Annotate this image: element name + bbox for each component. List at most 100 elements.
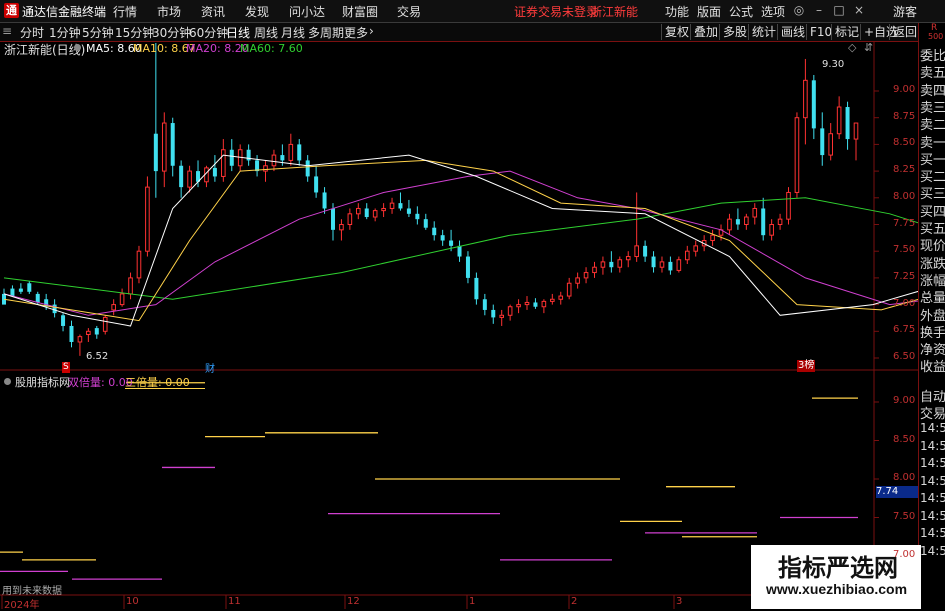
candle-body [592,266,597,274]
overlay-button[interactable]: 叠加 [690,24,721,40]
login-notice[interactable]: 证券交易未登录 [514,3,598,20]
candle-body [170,123,175,166]
candle-body [86,330,91,336]
candle-body [761,208,766,236]
draw-line-button[interactable]: 画线 [777,24,808,40]
period-5min[interactable]: 5分钟 [82,24,114,41]
period-1min[interactable]: 1分钟 [49,24,81,41]
menu-item-market[interactable]: 市场 [157,3,181,20]
period-monthly[interactable]: 月线 [281,24,305,41]
candle-body [541,300,547,308]
order-book-row: 委比 [920,49,945,64]
candle-body [684,250,690,261]
minimize-icon[interactable]: – [811,2,827,18]
menu-item-trade[interactable]: 交易 [397,3,421,20]
candle-body [161,122,167,172]
candle-body [828,133,833,156]
menu-item-ask[interactable]: 问小达 [289,3,325,20]
candle-body [786,191,791,220]
statistics-button[interactable]: 统计 [748,24,779,40]
menu-item-news[interactable]: 资讯 [201,3,225,20]
menu-item-options[interactable]: 选项 [761,3,785,20]
candle-body [811,80,816,129]
candle-body [18,288,23,292]
candle-body [305,160,310,177]
candle-body [77,336,83,343]
close-icon[interactable]: × [851,2,867,18]
kline-chart[interactable] [0,41,918,609]
candle-body [187,170,192,188]
signal-s-marker[interactable]: S [62,362,70,373]
candle-body [372,210,378,218]
candle-body [558,295,564,300]
trade-time: 14:56 [920,526,945,540]
mark-button[interactable]: 标记 [831,24,862,40]
user-label[interactable]: 游客 [893,3,917,20]
x-axis-label: 12 [347,596,360,607]
candle-body [339,224,344,231]
menu-item-quotes[interactable]: 行情 [113,3,137,20]
menu-item-formula[interactable]: 公式 [729,3,753,20]
period-more[interactable]: 更多 [344,24,368,41]
watermark-url: www.xuezhibiao.com [766,581,908,597]
x-axis-label: 1 [469,596,476,607]
watermark-title: 指标严选网 [778,554,898,582]
back-button[interactable]: 返回 [889,24,920,40]
adjust-button[interactable]: 复权 [661,24,692,40]
candle-body [744,216,749,226]
candle-body [600,261,606,268]
legend-toggle-icon[interactable] [74,44,81,51]
candle-body [449,240,454,246]
main-y-tick: 7.75 [893,217,916,229]
rank-marker[interactable]: 3榜 [797,360,816,372]
menu-item-function[interactable]: 功能 [665,3,689,20]
trade-time: 14:56 [920,543,945,558]
candle-body [153,133,158,172]
toolbar-menu-icon[interactable]: ≡ [2,24,12,38]
period-daily[interactable]: 日线 [226,24,250,41]
finance-marker[interactable]: 财 [205,360,215,375]
order-book-row: 收益 [920,360,945,376]
candle-body [10,288,15,297]
arrow-icon[interactable]: ⇵ [864,41,873,54]
candle-body [499,314,505,318]
period-30min[interactable]: 30分钟 [152,24,191,41]
candle-body [179,165,184,188]
trade-time: 14:56 [920,421,945,435]
candle-body [507,306,513,316]
menu-item-discover[interactable]: 发现 [245,3,269,20]
candle-body [752,207,758,218]
candle-body [693,245,699,252]
menu-item-layout[interactable]: 版面 [697,3,721,20]
candle-body [440,235,445,241]
candle-body [288,143,294,161]
candle-body [651,256,656,268]
period-60min[interactable]: 60分钟 [189,24,228,41]
chevron-right-icon[interactable]: › [369,24,374,38]
candle-body [94,328,99,335]
multi-stock-button[interactable]: 多股 [719,24,750,40]
candle-body [35,293,40,303]
period-intraday[interactable]: 分时 [20,24,44,41]
order-book-row: 卖二 [920,118,945,134]
order-book-row: 现价 [920,239,945,255]
diamond-icon[interactable]: ◇ [848,41,856,54]
candle-body [128,277,133,295]
period-15min[interactable]: 15分钟 [115,24,154,41]
order-book-row: 涨跌 [920,256,945,272]
candle-body [643,245,648,257]
menu-item-fortune[interactable]: 财富圈 [342,3,378,20]
maximize-icon[interactable]: □ [831,2,847,18]
candle-body [516,304,521,308]
current-price-badge: 7.74 [876,486,918,498]
candle-body [820,128,825,156]
candle-body [330,208,335,230]
candle-body [583,272,589,279]
main-y-tick: 7.25 [893,270,916,282]
candle-body [280,155,285,161]
period-multi[interactable]: 多周期 [308,24,344,41]
skin-icon[interactable]: ◎ [791,2,807,18]
period-weekly[interactable]: 周线 [254,24,278,41]
sub-legend-toggle-icon[interactable] [4,378,11,385]
candle-body [634,245,639,258]
